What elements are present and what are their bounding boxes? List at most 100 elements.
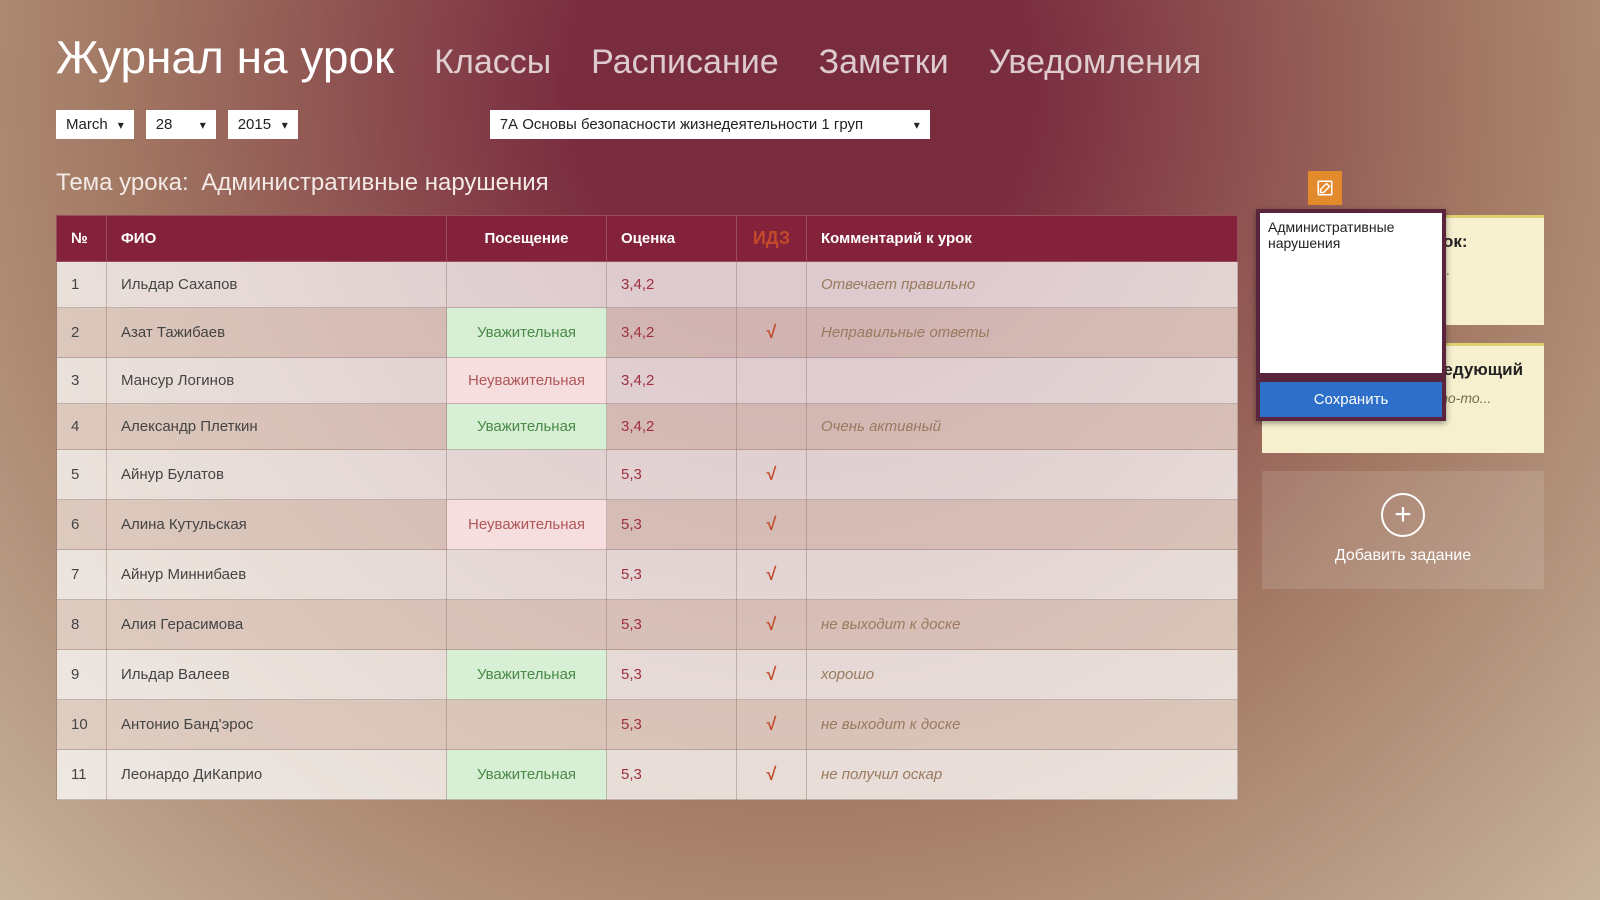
chevron-down-icon: ▾ [200,118,206,132]
cell[interactable] [807,500,1238,550]
cell[interactable]: 3,4,2 [607,404,737,450]
table-row[interactable]: 8Алия Герасимова 5,3√не выходит к доске [57,600,1238,650]
cell[interactable]: √ [737,550,807,600]
cell[interactable]: Айнур Булатов [107,450,447,500]
cell[interactable]: Ильдар Сахапов [107,262,447,308]
cell[interactable] [807,450,1238,500]
cell[interactable] [737,404,807,450]
cell[interactable]: 5,3 [607,650,737,700]
cell[interactable]: Ильдар Валеев [107,650,447,700]
cell[interactable]: 5,3 [607,600,737,650]
cell[interactable]: Азат Тажибаев [107,308,447,358]
cell[interactable] [807,358,1238,404]
page-title: Журнал на урок [56,30,394,84]
topic-value: Административные нарушения [201,169,548,196]
cell[interactable]: 5,3 [607,550,737,600]
cell[interactable]: √ [737,308,807,358]
nav-notifications[interactable]: Уведомления [989,43,1202,82]
cell[interactable] [447,600,607,650]
cell[interactable]: Неуважительная [447,500,607,550]
nav-classes[interactable]: Классы [434,43,551,82]
cell[interactable]: √ [737,700,807,750]
cell[interactable]: 2 [57,308,107,358]
nav-schedule[interactable]: Расписание [591,43,778,82]
th-idz: ИДЗ [737,216,807,262]
day-select[interactable]: 28 ▾ [146,110,216,139]
edit-topic-button[interactable] [1308,171,1342,205]
month-select[interactable]: March ▾ [56,110,134,139]
cell[interactable]: Уважительная [447,308,607,358]
cell[interactable] [807,550,1238,600]
cell[interactable]: Уважительная [447,404,607,450]
cell[interactable]: Неправильные ответы [807,308,1238,358]
cell[interactable]: хорошо [807,650,1238,700]
topic-textarea[interactable] [1260,213,1442,373]
cell[interactable] [737,358,807,404]
cell[interactable]: 11 [57,750,107,800]
cell[interactable] [447,550,607,600]
cell[interactable]: Уважительная [447,650,607,700]
cell[interactable]: Неуважительная [447,358,607,404]
year-select[interactable]: 2015 ▾ [228,110,298,139]
cell[interactable]: 10 [57,700,107,750]
th-grade: Оценка [607,216,737,262]
cell[interactable]: 6 [57,500,107,550]
cell[interactable]: 3,4,2 [607,308,737,358]
cell[interactable]: Антонио Банд'эрос [107,700,447,750]
cell[interactable]: Айнур Миннибаев [107,550,447,600]
class-select[interactable]: 7А Основы безопасности жизнедеятельности… [490,110,930,139]
cell[interactable]: 5,3 [607,450,737,500]
cell[interactable]: 5,3 [607,500,737,550]
cell[interactable]: 5,3 [607,750,737,800]
add-task-label: Добавить задание [1272,547,1534,565]
cell[interactable]: 3,4,2 [607,358,737,404]
add-task-button[interactable]: + Добавить задание [1262,471,1544,589]
cell[interactable]: √ [737,600,807,650]
cell[interactable]: не выходит к доске [807,600,1238,650]
nav-notes[interactable]: Заметки [819,43,949,82]
cell[interactable]: Уважительная [447,750,607,800]
th-name: ФИО [107,216,447,262]
edit-icon [1316,179,1334,197]
cell[interactable]: √ [737,650,807,700]
table-row[interactable]: 7Айнур Миннибаев 5,3√ [57,550,1238,600]
cell[interactable]: √ [737,500,807,550]
table-row[interactable]: 4Александр ПлеткинУважительная3,4,2 Очень… [57,404,1238,450]
cell[interactable] [447,262,607,308]
topic-edit-popup: Сохранить [1256,209,1446,421]
table-row[interactable]: 5Айнур Булатов 5,3√ [57,450,1238,500]
cell[interactable]: Алина Кутульская [107,500,447,550]
cell[interactable]: Леонардо ДиКаприо [107,750,447,800]
cell[interactable]: Очень активный [807,404,1238,450]
cell[interactable]: 3 [57,358,107,404]
cell[interactable]: √ [737,450,807,500]
cell[interactable] [447,450,607,500]
cell[interactable] [737,262,807,308]
cell[interactable] [447,700,607,750]
cell[interactable]: 7 [57,550,107,600]
cell[interactable]: 5 [57,450,107,500]
cell[interactable]: Отвечает правильно [807,262,1238,308]
cell[interactable]: не получил оскар [807,750,1238,800]
table-row[interactable]: 11Леонардо ДиКаприоУважительная5,3√не по… [57,750,1238,800]
table-row[interactable]: 1Ильдар Сахапов 3,4,2 Отвечает правильно [57,262,1238,308]
cell[interactable]: Мансур Логинов [107,358,447,404]
cell[interactable]: не выходит к доске [807,700,1238,750]
plus-icon: + [1381,493,1425,537]
save-button[interactable]: Сохранить [1260,382,1442,417]
month-value: March [66,116,108,133]
table-row[interactable]: 2Азат ТажибаевУважительная3,4,2√Неправил… [57,308,1238,358]
cell[interactable]: 8 [57,600,107,650]
table-row[interactable]: 10Антонио Банд'эрос 5,3√не выходит к доск… [57,700,1238,750]
table-row[interactable]: 3Мансур ЛогиновНеуважительная3,4,2 [57,358,1238,404]
table-row[interactable]: 9Ильдар ВалеевУважительная5,3√хорошо [57,650,1238,700]
cell[interactable]: 5,3 [607,700,737,750]
cell[interactable]: 9 [57,650,107,700]
cell[interactable]: Александр Плеткин [107,404,447,450]
table-row[interactable]: 6Алина КутульскаяНеуважительная5,3√ [57,500,1238,550]
cell[interactable]: 4 [57,404,107,450]
cell[interactable]: 1 [57,262,107,308]
cell[interactable]: 3,4,2 [607,262,737,308]
cell[interactable]: √ [737,750,807,800]
cell[interactable]: Алия Герасимова [107,600,447,650]
